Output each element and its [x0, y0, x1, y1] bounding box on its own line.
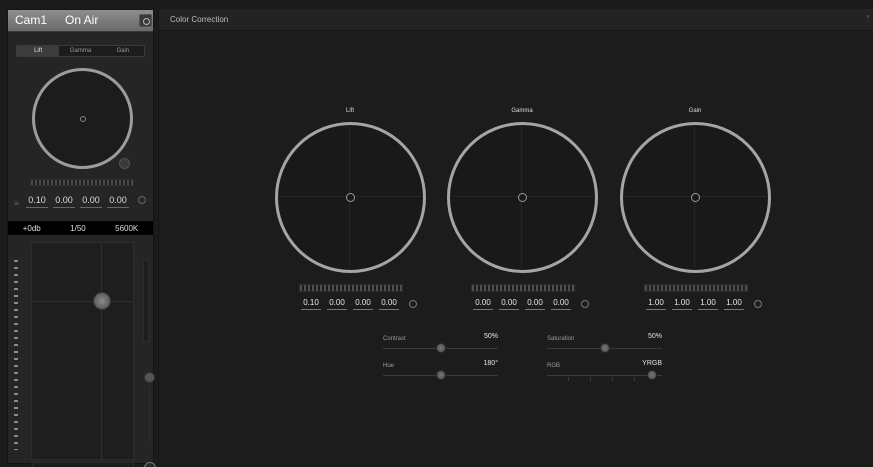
gamma-reset-icon[interactable] — [581, 300, 589, 308]
gamma-y-value[interactable]: 0.00 — [473, 298, 493, 310]
contrast-value: 50% — [483, 333, 498, 340]
camera-name: Cam1 — [15, 13, 48, 27]
saturation-slider-knob[interactable] — [599, 343, 610, 353]
iris-black-joystick[interactable] — [31, 242, 134, 460]
saturation-label: Saturation — [547, 336, 575, 342]
gain-color-wheel[interactable] — [620, 122, 771, 273]
camera-color-wheel[interactable] — [32, 68, 133, 169]
color-wheel-handle[interactable] — [80, 116, 86, 122]
tab-lift[interactable]: Lift — [17, 46, 60, 56]
lift-wheel-label: Lift — [345, 108, 354, 114]
menu-icon[interactable]: ≡ — [14, 199, 19, 208]
lift-master-dial[interactable] — [299, 284, 403, 292]
lift-values: 0.10 0.00 0.00 0.00 — [299, 298, 449, 314]
gain-wheel-label: Gain — [688, 108, 702, 114]
gamma-wheel-label: Gamma — [511, 108, 533, 114]
gain-master-dial[interactable] — [644, 284, 748, 292]
panel-title: Color Correction — [170, 15, 229, 24]
iris-bar — [32, 462, 134, 467]
joystick-knob[interactable] — [93, 292, 111, 310]
gamma-wheel-handle[interactable] — [518, 193, 527, 202]
luma-mix-slider-track[interactable] — [547, 375, 662, 376]
contrast-slider-knob[interactable] — [435, 343, 446, 353]
gain-value[interactable]: +0db — [23, 224, 41, 233]
luma-mix-rgb-label: RGB — [547, 363, 561, 369]
gamma-color-wheel[interactable] — [447, 122, 598, 273]
camera-control-panel: Cam1 On Air Lift Gamma Gain ≡ 0.10 0.00 … — [7, 9, 156, 467]
hue-label: Hue — [383, 363, 395, 369]
luma-mix-tick — [634, 377, 635, 381]
gain-values: 1.00 1.00 1.00 1.00 — [644, 298, 794, 314]
tab-gamma[interactable]: Gamma — [59, 46, 101, 56]
close-icon[interactable]: × — [866, 14, 870, 21]
lift-y-value[interactable]: 0.10 — [26, 195, 48, 208]
luma-mix-tick — [568, 377, 569, 381]
focus-track — [149, 385, 150, 445]
luma-mix-yrgb-label: YRGB — [642, 360, 662, 367]
wheel-mode-selector: Lift Gamma Gain — [16, 45, 145, 57]
lift-b-value[interactable]: 0.00 — [107, 195, 129, 208]
gamma-b-value[interactable]: 0.00 — [551, 298, 571, 310]
iris-scale — [14, 260, 18, 450]
focus-knob[interactable] — [144, 372, 155, 383]
on-air-status: On Air — [65, 13, 99, 27]
lift-wheel-handle[interactable] — [346, 193, 355, 202]
camera-lift-values: ≡ 0.10 0.00 0.00 0.00 — [14, 195, 149, 211]
lift-g-value[interactable]: 0.00 — [80, 195, 102, 208]
lift-r-value[interactable]: 0.00 — [53, 195, 75, 208]
gamma-master-dial[interactable] — [471, 284, 575, 292]
saturation-value: 50% — [647, 333, 662, 340]
shutter-value[interactable]: 1/50 — [70, 224, 86, 233]
gamma-r-value[interactable]: 0.00 — [499, 298, 519, 310]
hue-slider-knob[interactable] — [435, 370, 446, 380]
contrast-label: Contrast — [383, 336, 406, 342]
camera-info-bar: +0db 1/50 5600K — [8, 221, 153, 235]
luma-mix-tick — [590, 377, 591, 381]
camera-header: Cam1 On Air — [8, 10, 153, 32]
gamma-values: 0.00 0.00 0.00 0.00 — [471, 298, 621, 314]
color-correction-header: Color Correction × — [159, 9, 873, 31]
reset-icon[interactable] — [138, 196, 146, 204]
joystick-horizontal-guide — [32, 301, 133, 302]
zoom-slider[interactable] — [143, 260, 149, 342]
auto-focus-button[interactable] — [144, 462, 156, 467]
lift-b-value[interactable]: 0.00 — [379, 298, 399, 310]
lift-g-value[interactable]: 0.00 — [353, 298, 373, 310]
lift-reset-icon[interactable] — [409, 300, 417, 308]
master-wheel-dial[interactable] — [30, 179, 134, 186]
luma-mix-tick — [612, 377, 613, 381]
color-correction-panel: Color Correction × Lift 0.10 0.00 0.00 0… — [158, 9, 873, 464]
white-balance-value[interactable]: 5600K — [115, 224, 138, 233]
lift-color-wheel[interactable] — [275, 122, 426, 273]
expand-icon[interactable] — [119, 158, 130, 169]
gain-reset-icon[interactable] — [754, 300, 762, 308]
gamma-g-value[interactable]: 0.00 — [525, 298, 545, 310]
luma-mix-slider-knob[interactable] — [647, 370, 657, 380]
gain-g-value[interactable]: 1.00 — [698, 298, 718, 310]
tab-gain[interactable]: Gain — [102, 46, 144, 56]
lift-y-value[interactable]: 0.10 — [301, 298, 321, 310]
gain-wheel-handle[interactable] — [691, 193, 700, 202]
hue-value: 180° — [483, 360, 498, 367]
gain-r-value[interactable]: 1.00 — [672, 298, 692, 310]
joystick-vertical-guide — [101, 243, 102, 459]
gain-b-value[interactable]: 1.00 — [724, 298, 744, 310]
settings-icon[interactable] — [139, 14, 152, 27]
gain-y-value[interactable]: 1.00 — [646, 298, 666, 310]
lift-r-value[interactable]: 0.00 — [327, 298, 347, 310]
